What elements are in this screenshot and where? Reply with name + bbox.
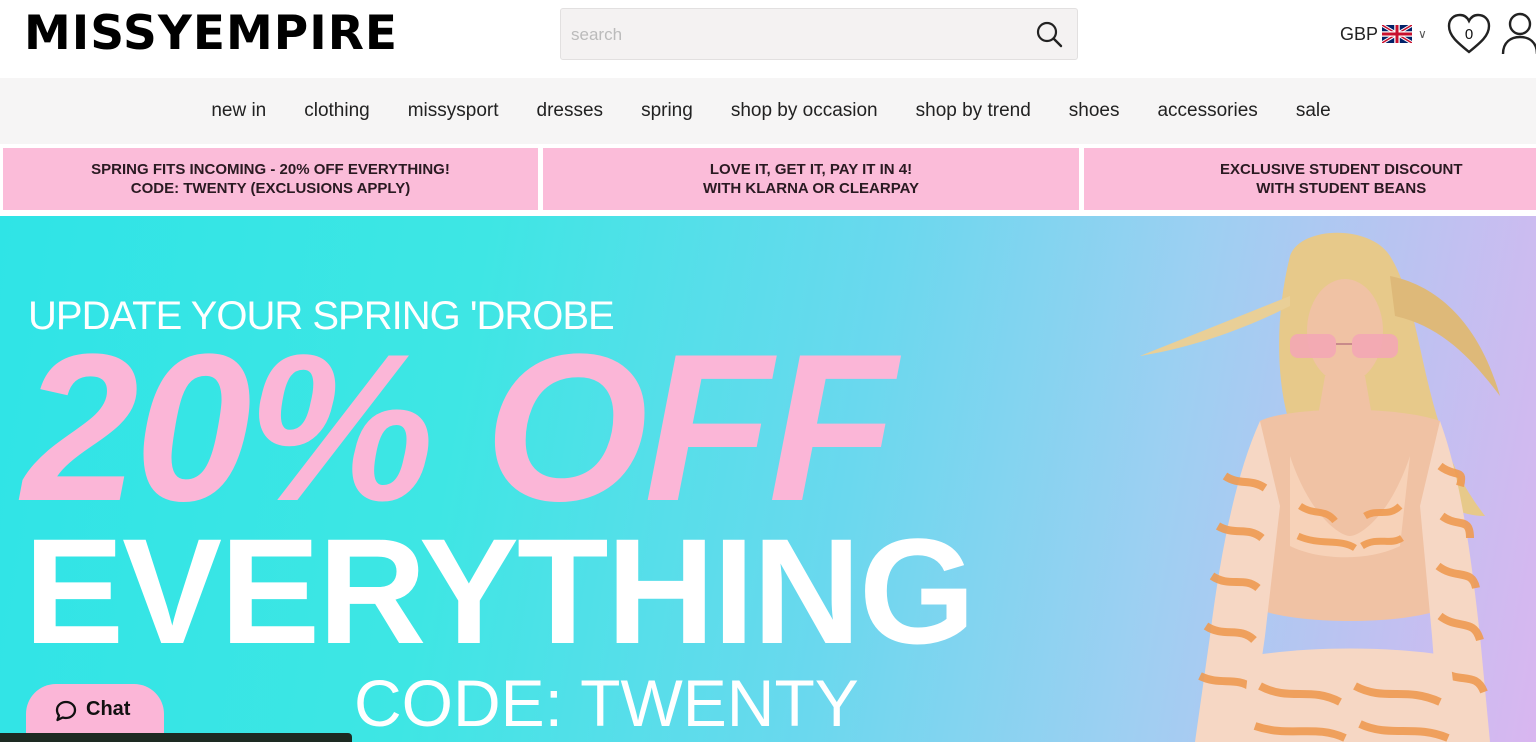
chat-bubble-icon xyxy=(55,700,77,722)
search-input[interactable] xyxy=(571,23,1011,47)
nav-item-clothing[interactable]: clothing xyxy=(304,100,370,122)
promo-strip: SPRING FITS INCOMING - 20% OFF EVERYTHIN… xyxy=(0,144,1536,216)
promo-line: WITH KLARNA OR CLEARPAY xyxy=(702,180,920,197)
main-nav: new in clothing missysport dresses sprin… xyxy=(0,78,1536,144)
account-button[interactable] xyxy=(1500,10,1536,56)
promo-line: SPRING FITS INCOMING - 20% OFF EVERYTHIN… xyxy=(91,161,450,178)
hero-headline-2: EVERYTHING xyxy=(24,507,976,675)
promo-line: CODE: TWENTY (EXCLUSIONS APPLY) xyxy=(130,180,411,197)
promo-line: LOVE IT, GET IT, PAY IT IN 4! xyxy=(709,161,913,178)
promo-banner-klarna[interactable]: LOVE IT, GET IT, PAY IT IN 4! WITH KLARN… xyxy=(543,148,1079,210)
nav-item-shoes[interactable]: shoes xyxy=(1069,100,1120,122)
nav-item-missysport[interactable]: missysport xyxy=(408,100,499,122)
nav-item-shop-by-trend[interactable]: shop by trend xyxy=(916,100,1031,122)
promo-line: EXCLUSIVE STUDENT DISCOUNT xyxy=(1220,161,1463,178)
user-icon xyxy=(1501,12,1536,55)
model-image xyxy=(1140,232,1500,742)
chat-label: Chat xyxy=(86,698,131,720)
uk-flag-icon xyxy=(1381,23,1413,45)
nav-item-dresses[interactable]: dresses xyxy=(537,100,604,122)
site-logo[interactable]: MISSYEMPIRE xyxy=(24,8,398,60)
site-header: MISSYEMPIRE GBP ∨ 0 xyxy=(0,0,1536,78)
nav-item-accessories[interactable]: accessories xyxy=(1157,100,1257,122)
nav-item-spring[interactable]: spring xyxy=(641,100,693,122)
nav-item-new-in[interactable]: new in xyxy=(211,100,266,122)
currency-selector[interactable]: GBP ∨ xyxy=(1340,22,1427,46)
nav-item-sale[interactable]: sale xyxy=(1296,100,1331,122)
browser-status-bar xyxy=(0,733,352,742)
hero-banner[interactable]: UPDATE YOUR SPRING 'DROBE 20% OFF EVERYT… xyxy=(0,216,1536,742)
promo-banner-student[interactable]: EXCLUSIVE STUDENT DISCOUNT WITH STUDENT … xyxy=(1084,148,1536,210)
promo-line: WITH STUDENT BEANS xyxy=(1256,180,1427,197)
chevron-down-icon: ∨ xyxy=(1418,27,1427,41)
hero-code: CODE: TWENTY xyxy=(354,666,859,740)
search-icon[interactable] xyxy=(1035,20,1065,50)
hero-headline: 20% OFF xyxy=(22,310,897,545)
currency-label: GBP xyxy=(1340,23,1379,44)
promo-banner-discount[interactable]: SPRING FITS INCOMING - 20% OFF EVERYTHIN… xyxy=(3,148,538,210)
wishlist-button[interactable]: 0 xyxy=(1446,12,1492,56)
search-bar[interactable] xyxy=(560,8,1078,60)
nav-item-shop-by-occasion[interactable]: shop by occasion xyxy=(731,100,878,122)
wishlist-count: 0 xyxy=(1464,26,1474,43)
